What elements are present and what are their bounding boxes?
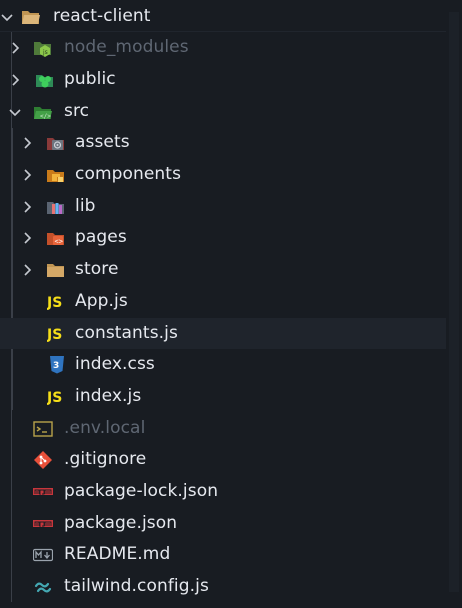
chevron-down-icon[interactable] [0,10,14,24]
file-row-index-js[interactable]: JS index.js [0,381,446,412]
file-label-package-lock-json: package-lock.json [64,481,219,501]
folder-label-public: public [64,69,116,89]
tailwind-icon [33,577,53,597]
folder-label-store: store [75,259,119,279]
file-label-constants-js: constants.js [75,323,178,343]
file-label-env-local: .env.local [64,418,146,438]
node-modules-folder-icon: js [33,38,53,58]
svg-text:JS: JS [47,295,62,310]
file-row-package-lock-json[interactable]: package-lock.json [0,476,446,507]
svg-text:JS: JS [47,390,62,405]
public-folder-icon [35,70,55,90]
lib-folder-icon [46,197,66,217]
chevron-down-icon[interactable] [8,105,22,119]
file-row-index-css[interactable]: 3 index.css [0,349,446,380]
root-folder-label: react-client [53,6,151,26]
scrollbar[interactable] [446,0,462,608]
folder-row-components[interactable]: components [0,159,446,190]
chevron-right-icon[interactable] [20,168,34,182]
markdown-icon [33,545,53,565]
env-file-icon [33,419,53,439]
file-label-tailwind-config-js: tailwind.config.js [64,576,209,596]
store-folder-icon [46,260,66,280]
chevron-right-icon[interactable] [8,41,22,55]
scrollbar-thumb[interactable] [449,12,459,592]
src-folder-icon: </> [33,102,53,122]
file-label-package-json: package.json [64,513,178,533]
folder-row-src[interactable]: </> src [0,96,446,127]
git-icon [33,450,53,470]
svg-text:<>: <> [55,238,63,246]
file-row-app-js[interactable]: JS App.js [0,286,446,317]
pages-folder-icon: <> [46,228,66,248]
chevron-right-icon[interactable] [20,231,34,245]
javascript-file-icon: JS [47,294,67,314]
folder-label-pages: pages [75,227,127,247]
folder-row-assets[interactable]: assets [0,127,446,158]
chevron-right-icon[interactable] [20,200,34,214]
svg-text:</>: </> [40,113,51,120]
file-label-app-js: App.js [75,291,128,311]
file-row-tailwind-config-js[interactable]: tailwind.config.js [0,571,446,602]
svg-text:3: 3 [53,361,59,371]
file-label-index-js: index.js [75,386,142,406]
folder-label-components: components [75,164,182,184]
file-label-index-css: index.css [75,354,155,374]
file-label-readme-md: README.md [64,544,171,564]
assets-folder-icon [46,133,66,153]
file-label-gitignore: .gitignore [64,449,147,469]
components-folder-icon [46,165,66,185]
folder-row-pages[interactable]: <> pages [0,222,446,253]
folder-label-lib: lib [75,196,96,216]
svg-text:JS: JS [47,327,62,342]
folder-row-public[interactable]: public [0,64,446,95]
javascript-file-icon: JS [47,326,67,346]
file-row-env-local[interactable]: .env.local [0,413,446,444]
folder-label-src: src [64,101,90,121]
chevron-right-icon[interactable] [8,73,22,87]
folder-row-store[interactable]: store [0,254,446,285]
folder-row-node-modules[interactable]: js node_modules [0,32,446,63]
folder-row-react-client[interactable]: react-client [0,1,462,32]
file-explorer: react-client js node_modules public </> … [0,0,462,608]
javascript-file-icon: JS [47,389,67,409]
chevron-right-icon[interactable] [20,263,34,277]
file-row-readme-md[interactable]: README.md [0,539,446,570]
folder-row-lib[interactable]: lib [0,191,446,222]
npm-icon [33,514,53,534]
file-row-package-json[interactable]: package.json [0,508,446,539]
folder-open-icon [21,7,41,27]
folder-label-assets: assets [75,132,130,152]
css-file-icon: 3 [47,355,67,375]
npm-icon [33,482,53,502]
file-row-gitignore[interactable]: .gitignore [0,444,446,475]
svg-text:js: js [42,49,48,56]
chevron-right-icon[interactable] [20,136,34,150]
folder-label-node-modules: node_modules [64,37,189,57]
file-row-constants-js[interactable]: JS constants.js [0,318,446,349]
